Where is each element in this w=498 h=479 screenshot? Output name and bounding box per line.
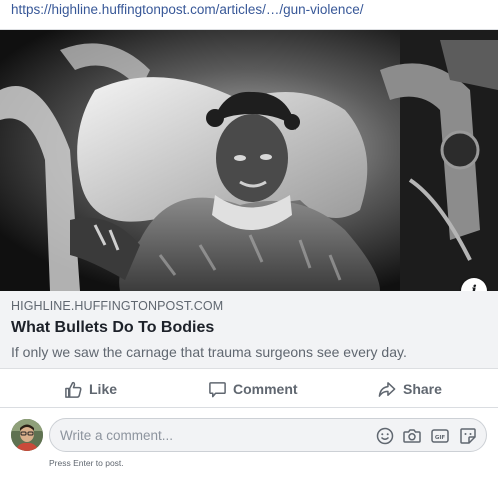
link-domain: HIGHLINE.HUFFINGTONPOST.COM	[11, 299, 224, 313]
comment-box[interactable]: GIF	[49, 418, 487, 452]
thumbs-up-icon	[65, 381, 82, 398]
share-arrow-icon	[378, 381, 396, 397]
link-preview-image[interactable]: i	[0, 30, 498, 291]
svg-text:GIF: GIF	[435, 435, 446, 441]
speech-bubble-icon	[209, 381, 226, 397]
comment-input[interactable]	[60, 419, 360, 451]
link-description: If only we saw the carnage that trauma s…	[11, 344, 407, 360]
comment-label: Comment	[233, 381, 298, 397]
link-title[interactable]: What Bullets Do To Bodies	[11, 319, 214, 337]
sticker-icon[interactable]	[458, 426, 478, 446]
post-link[interactable]: https://highline.huffingtonpost.com/arti…	[11, 2, 491, 20]
gif-icon[interactable]: GIF	[430, 426, 450, 446]
share-button[interactable]: Share	[377, 370, 442, 408]
press-enter-hint: Press Enter to post.	[49, 458, 124, 468]
trauma-patient-photo	[0, 30, 498, 291]
camera-icon[interactable]	[402, 426, 422, 446]
comment-composer: GIF	[0, 414, 498, 460]
like-label: Like	[89, 381, 118, 397]
post-actions-bar: Like Comment Share	[0, 370, 498, 408]
like-button[interactable]: Like	[64, 370, 117, 408]
comment-button[interactable]: Comment	[208, 370, 298, 408]
user-photo	[11, 419, 43, 451]
link-preview-card[interactable]: i HIGHLINE.HUFFINGTONPOST.COM What Bulle…	[0, 29, 498, 369]
emoji-icon[interactable]	[375, 426, 395, 446]
share-label: Share	[403, 381, 442, 397]
avatar[interactable]	[11, 419, 43, 451]
